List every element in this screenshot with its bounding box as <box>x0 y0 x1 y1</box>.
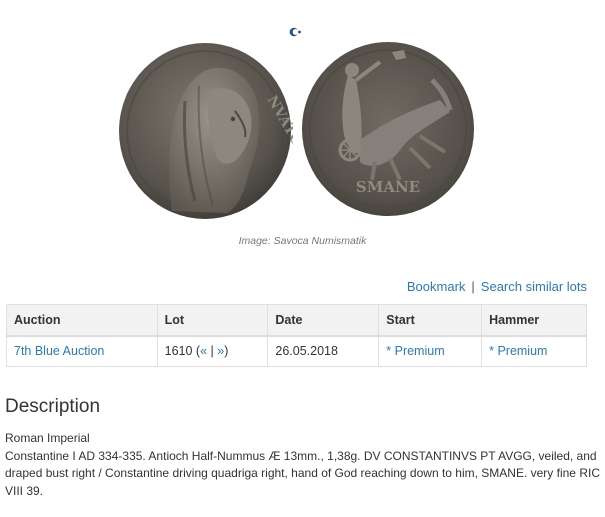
auction-cell: 7th Blue Auction <box>6 335 158 367</box>
column-header-lot: Lot <box>156 304 269 337</box>
description-category: Roman Imperial <box>5 431 90 445</box>
reverse-exergue: SMANE <box>356 178 420 196</box>
search-similar-lots-link[interactable]: Search similar lots <box>481 279 587 294</box>
auction-logo-icon <box>289 27 301 37</box>
column-header-start: Start <box>378 304 483 337</box>
actions-separator: | <box>471 279 475 294</box>
hammer-cell: * Premium <box>481 335 587 367</box>
auction-link[interactable]: 7th Blue Auction <box>14 344 104 358</box>
lot-nav-close: ) <box>224 344 229 359</box>
date-cell: 26.05.2018 <box>267 335 380 367</box>
column-header-date: Date <box>267 304 380 337</box>
lot-number: 1610 ( <box>164 344 201 359</box>
bookmark-link[interactable]: Bookmark <box>407 279 466 294</box>
lot-info-table: Auction Lot Date Start Hammer 7th Blue A… <box>6 304 587 367</box>
table-row: 7th Blue Auction 1610 (« | ») 26.05.2018… <box>6 335 587 367</box>
column-header-hammer: Hammer <box>481 304 587 337</box>
coin-image-panel[interactable]: NVATC SMANE Image: Savoca Numismatik <box>0 0 605 255</box>
start-cell: * Premium <box>378 335 483 367</box>
lot-actions: Bookmark | Search similar lots <box>407 279 587 294</box>
lot-cell: 1610 (« | ») <box>156 335 269 367</box>
coin-reverse-image[interactable]: SMANE <box>300 40 476 218</box>
hammer-premium-link[interactable]: * Premium <box>489 344 547 358</box>
column-header-auction: Auction <box>6 304 158 337</box>
previous-lot-link[interactable]: « <box>200 344 207 358</box>
description-text: Constantine I AD 334-335. Antioch Half-N… <box>5 448 600 498</box>
coin-obverse-image[interactable]: NVATC <box>117 41 293 221</box>
lot-nav-divider: | <box>210 344 214 359</box>
description-body: Roman Imperial Constantine I AD 334-335.… <box>5 430 601 500</box>
description-heading: Description <box>5 396 101 417</box>
table-header-row: Auction Lot Date Start Hammer <box>6 304 587 337</box>
image-caption: Image: Savoca Numismatik <box>238 235 367 247</box>
start-premium-link[interactable]: * Premium <box>386 344 444 358</box>
